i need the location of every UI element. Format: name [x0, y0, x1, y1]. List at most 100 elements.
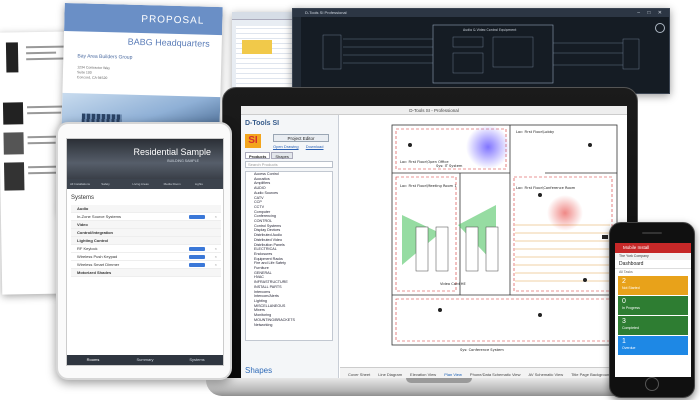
tablet-section-title: Systems [71, 195, 95, 201]
brand-name: D-Tools SI [245, 120, 280, 127]
app-window-title: D-Tools SI - Professional [409, 108, 459, 113]
laptop: D-Tools SI - Professional D-Tools SI SI … [222, 87, 638, 389]
phone-section-title: Dashboard [615, 260, 691, 269]
remove-icon[interactable]: × [215, 245, 217, 253]
add-item-button[interactable] [189, 263, 205, 267]
project-editor-button[interactable]: Project Editor [273, 134, 329, 142]
phone-status-tiles: 2 Not Started 0 In Progress 3 Completed 1 Overd… [615, 276, 691, 355]
system-item-row[interactable]: Wireless Smart Dimmer × [71, 261, 221, 269]
tile-count: 3 [622, 318, 626, 325]
add-item-button[interactable] [189, 255, 205, 259]
product-category-list[interactable]: Access Control Acoustics Amplifiers AUDIO Au… [245, 171, 333, 341]
system-row-label: Audio [77, 206, 89, 211]
tablet-bottom-nav: Rooms Summary Systems [67, 355, 223, 365]
phone-app-header: Mobile Install [615, 243, 691, 253]
tablet-systems-list: Audio In-Zone Source Systems × Video Control… [71, 205, 221, 277]
products-panel: D-Tools SI SI Project Editor Open Drawin… [241, 115, 339, 381]
system-row-label: Motorized Shades [77, 270, 112, 275]
download-link[interactable]: Download [306, 144, 324, 149]
app-titlebar: D-Tools SI - Professional [241, 106, 627, 115]
cad-window-controls[interactable]: – □ ✕ [637, 10, 665, 16]
remove-icon[interactable]: × [215, 253, 217, 261]
system-row-label: Control/Integration [77, 230, 113, 235]
system-item-row[interactable]: In-Zone Source Systems × [71, 213, 221, 221]
system-row-label: Video [77, 222, 88, 227]
spreadsheet-grid [236, 26, 300, 88]
proposal-company: Bay Area Builders Group [77, 53, 133, 61]
remove-icon[interactable]: × [215, 213, 217, 221]
tile-label: Overdue [622, 346, 636, 350]
phone-org-name[interactable]: The York Company [615, 253, 691, 260]
phone-speaker [642, 232, 662, 234]
system-row-label: In-Zone Source Systems [77, 214, 122, 219]
floorplan-label-6: Sys: IT System [436, 164, 463, 168]
product-search-input[interactable]: Search Products [245, 161, 333, 168]
camera-coverage-blue [466, 125, 510, 169]
hatched-zone [515, 224, 610, 282]
system-item-row[interactable]: RF Keylock × [71, 245, 221, 253]
tablet-stat: Living Areas [132, 182, 149, 186]
system-row-label: RF Keylock [77, 246, 98, 251]
system-group-row[interactable]: Lighting Control [71, 237, 221, 245]
phone: Mobile Install The York Company Dashboar… [609, 222, 695, 398]
tab-products[interactable]: Products [245, 152, 271, 159]
tile-label: Completed [622, 326, 639, 330]
add-item-button[interactable] [189, 215, 205, 219]
cad-toolbar [293, 17, 301, 93]
status-tile[interactable]: 0 In Progress [618, 296, 688, 315]
laptop-screen: D-Tools SI - Professional D-Tools SI SI … [241, 106, 627, 381]
tab-shapes[interactable]: Shapes [271, 152, 293, 159]
tile-count: 2 [622, 278, 626, 285]
floorplan-label-5: Loc: First Floor\Lobby [516, 130, 555, 134]
cad-window: D-Tools SI Professional – □ ✕ Audio & Vi… [292, 8, 670, 94]
status-tile[interactable]: 2 Not Started [618, 276, 688, 295]
camera-coverage-red [547, 195, 583, 231]
system-item-row[interactable]: Wireless Push Keypad × [71, 253, 221, 261]
tablet: Residential Sample BUILDING SAMPLE All I… [56, 122, 232, 380]
tablet-screen: Residential Sample BUILDING SAMPLE All I… [66, 138, 224, 366]
tablet-stat: Safety [101, 182, 110, 186]
status-tile[interactable]: 1 Overdue [618, 336, 688, 355]
tablet-stats-bar: All Installations Safety Living Areas Media… [67, 179, 223, 189]
proposal-headline: BABG Headquarters [127, 36, 210, 49]
proposal-title: PROPOSAL [141, 13, 205, 27]
marketing-composite: PROPOSAL BABG Headquarters Bay Area Buil… [0, 0, 700, 400]
cad-window-title: D-Tools SI Professional [293, 9, 669, 17]
si-logo-icon: SI [245, 134, 261, 148]
home-button[interactable] [645, 377, 659, 391]
tablet-hero: Residential Sample BUILDING SAMPLE [67, 139, 223, 179]
spreadsheet-highlight [242, 40, 272, 54]
system-row-label: Wireless Push Keypad [77, 254, 118, 259]
status-tile[interactable]: 3 Completed [618, 316, 688, 335]
shapes-label: Shapes [245, 366, 273, 375]
tablet-nav-summary[interactable]: Summary [119, 355, 171, 365]
system-group-row[interactable]: Audio [71, 205, 221, 213]
tablet-stat: Lights [194, 182, 203, 186]
panel-tabs: Products Shapes [245, 152, 293, 159]
floorplan-label-3: Sys: Conference System [460, 348, 504, 352]
floorplan-label-2: Loc: First Floor\Conference Room [516, 186, 576, 190]
floorplan-label-1: Loc: First Floor\Meeting Room 1 [400, 184, 457, 188]
laptop-base [206, 378, 674, 396]
tablet-stat: All Installations [70, 182, 91, 186]
open-drawing-link[interactable]: Open Drawing [273, 144, 299, 149]
navigation-cube-icon[interactable] [655, 23, 665, 33]
phone-screen: Mobile Install The York Company Dashboar… [615, 243, 691, 377]
system-group-row[interactable]: Motorized Shades [71, 269, 221, 277]
system-row-label: Wireless Smart Dimmer [77, 262, 120, 267]
tablet-nav-rooms[interactable]: Rooms [67, 355, 119, 365]
remove-icon[interactable]: × [215, 261, 217, 269]
cad-drawing: Audio & Video Control Equipment [303, 19, 653, 89]
tablet-project-subtitle: BUILDING SAMPLE [167, 159, 199, 163]
product-category-item[interactable]: Networking [246, 323, 332, 328]
tablet-nav-systems[interactable]: Systems [171, 355, 223, 365]
tile-count: 1 [622, 338, 626, 345]
add-item-button[interactable] [189, 247, 205, 251]
system-group-row[interactable]: Video [71, 221, 221, 229]
tablet-project-title: Residential Sample [133, 147, 211, 157]
floorplan-canvas[interactable]: Loc: First Floor\Open Office Loc: First … [340, 115, 627, 367]
drawing-links: Open Drawing Download [273, 144, 330, 149]
phone-subsection: All Tasks [619, 270, 633, 274]
system-group-row[interactable]: Control/Integration [71, 229, 221, 237]
tile-label: In Progress [622, 306, 640, 310]
